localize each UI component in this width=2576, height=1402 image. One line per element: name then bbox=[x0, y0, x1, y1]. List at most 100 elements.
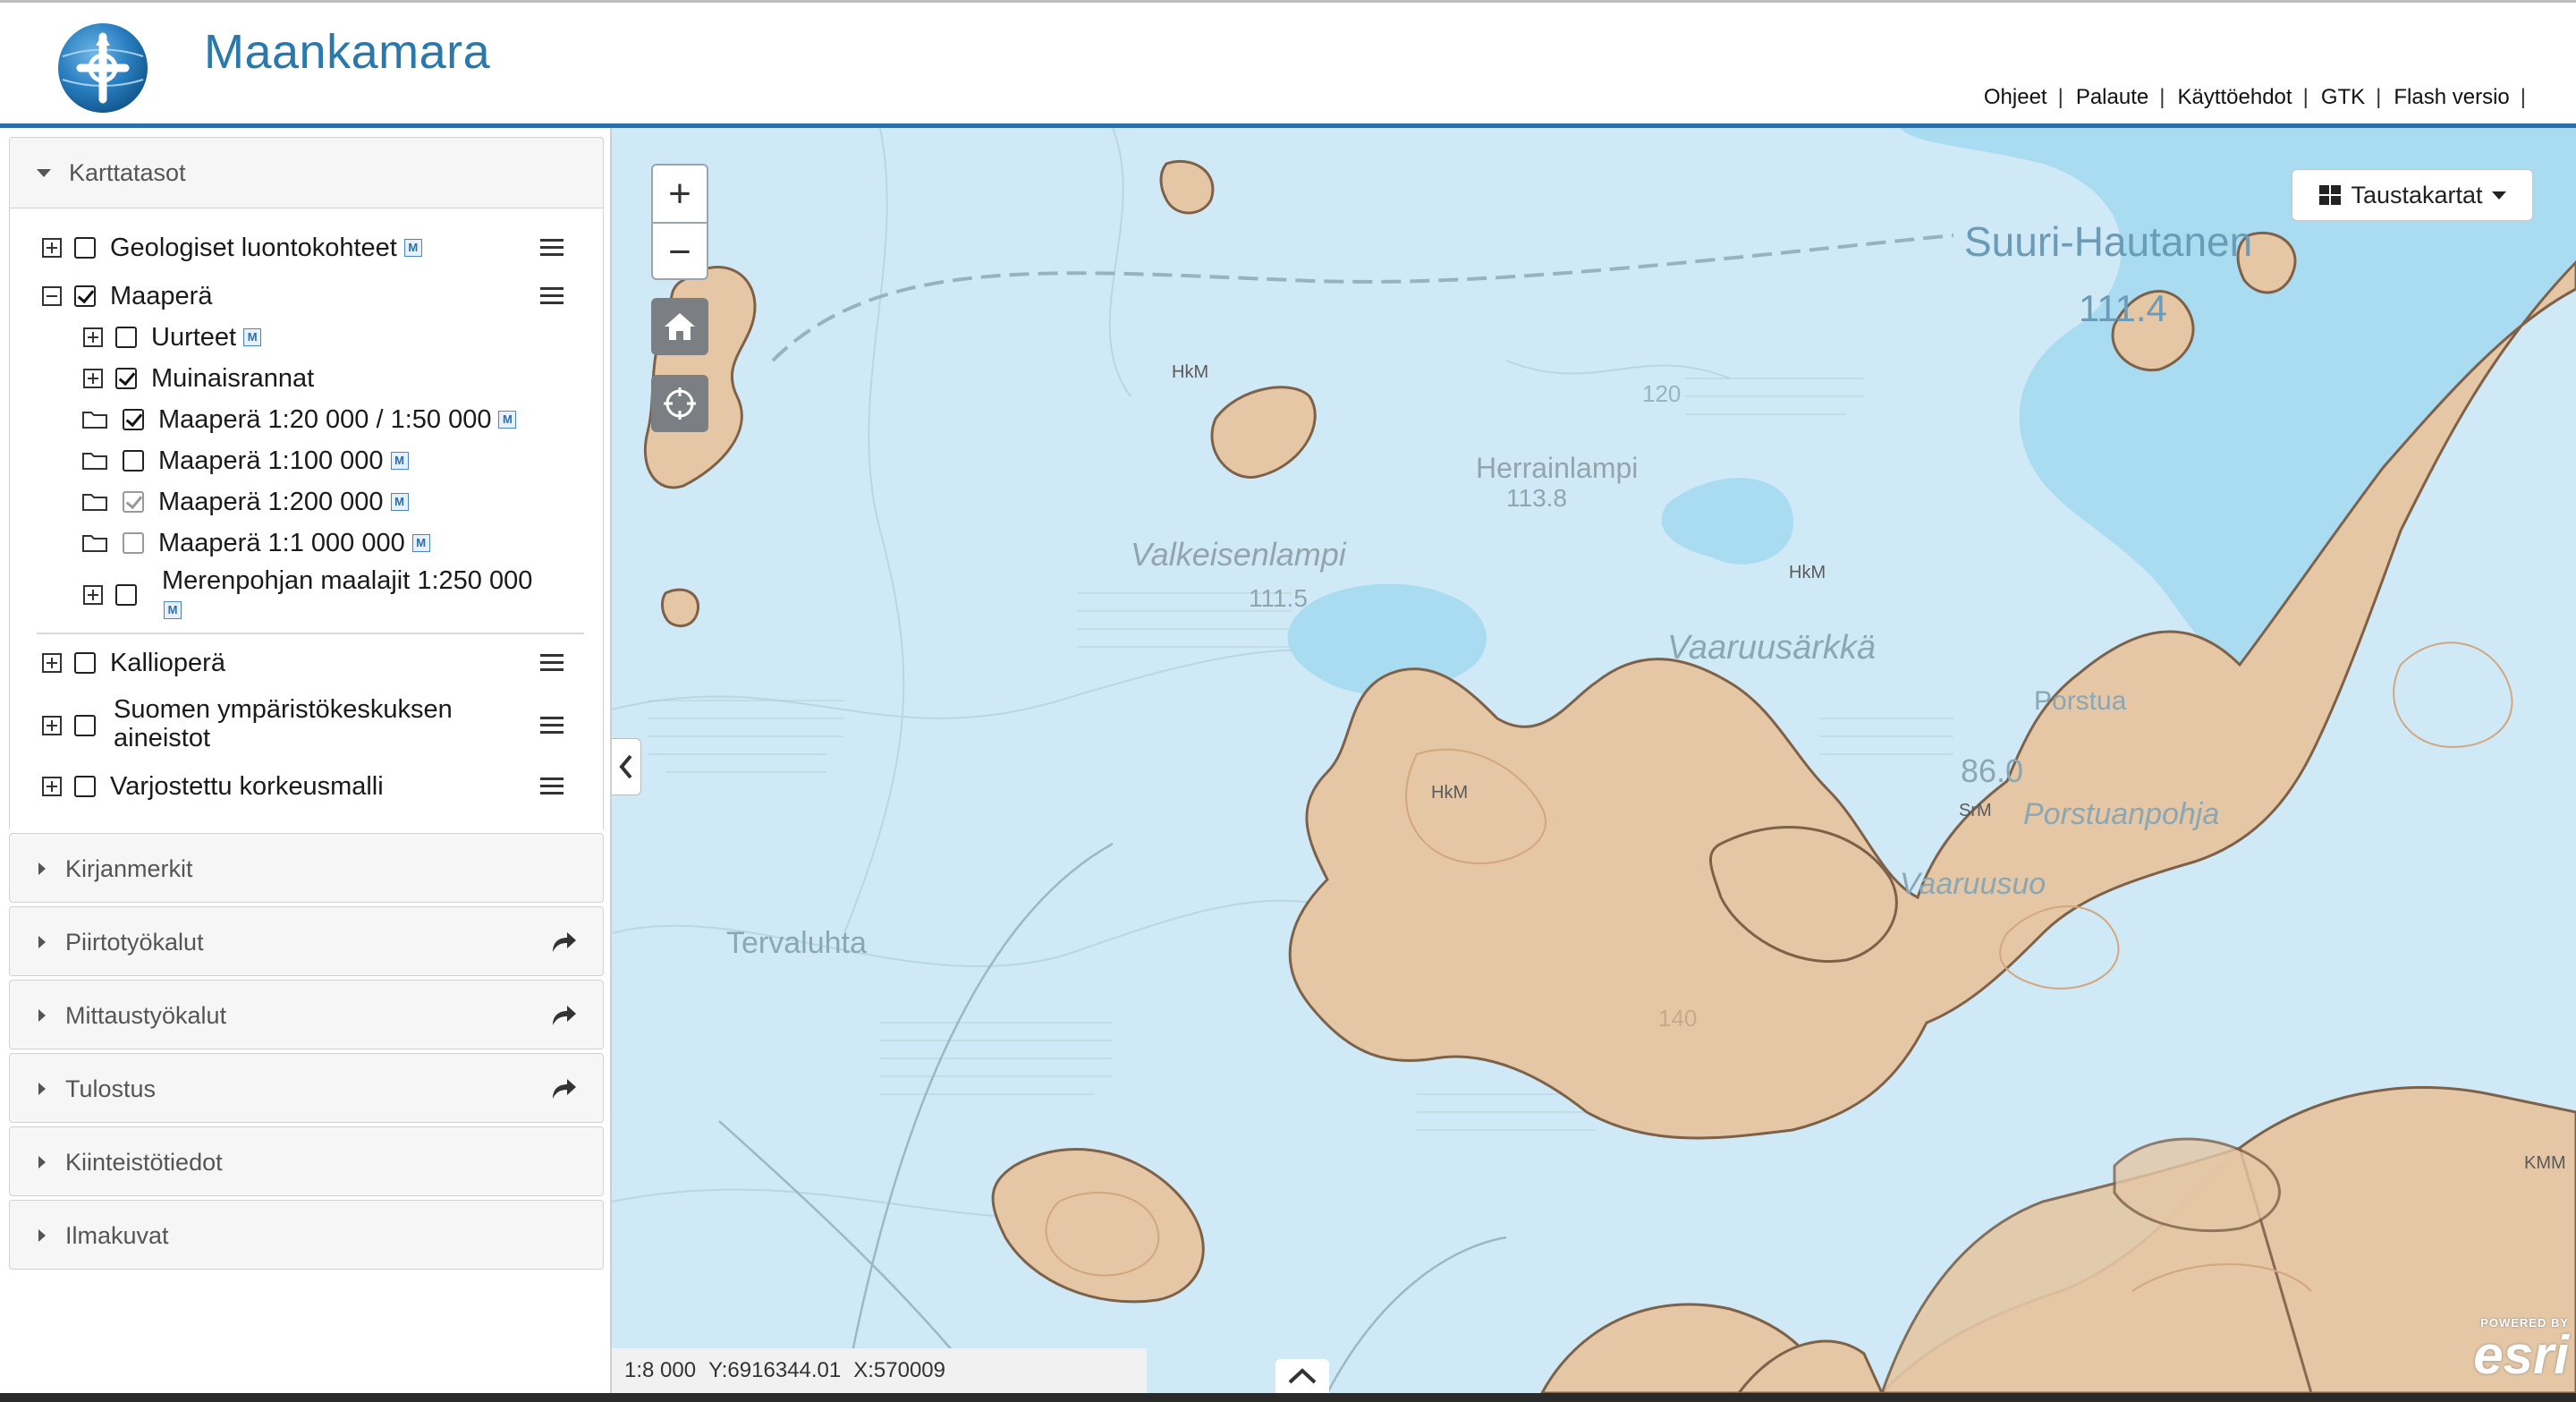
layer-row: Varjostettu korkeusmalli bbox=[42, 769, 384, 804]
metadata-icon[interactable]: M bbox=[411, 534, 430, 552]
esri-attribution-logo[interactable]: POWERED BY esri bbox=[2453, 1316, 2569, 1388]
x-coordinate: X:570009 bbox=[853, 1358, 945, 1382]
folder-icon bbox=[82, 453, 107, 470]
print-panel[interactable]: Tulostus bbox=[9, 1053, 604, 1123]
expand-plus-icon[interactable] bbox=[42, 653, 62, 673]
map-canvas bbox=[612, 128, 2576, 1393]
window-bottom-bar bbox=[0, 1393, 2576, 1402]
zoom-out-button[interactable]: − bbox=[653, 222, 707, 280]
layer-row: Maaperä 1:1 000 000 M bbox=[81, 525, 430, 561]
layer-checkbox[interactable] bbox=[123, 491, 144, 513]
metadata-icon[interactable]: M bbox=[243, 328, 262, 346]
gtk-logo-icon[interactable] bbox=[55, 21, 150, 115]
expand-plus-icon[interactable] bbox=[42, 716, 62, 735]
layer-checkbox[interactable] bbox=[74, 237, 96, 259]
layers-panel-header[interactable]: Karttatasot bbox=[10, 138, 603, 208]
layer-label: Uurteet bbox=[151, 322, 237, 352]
layer-checkbox[interactable] bbox=[115, 584, 137, 606]
layer-label: Suomen ympäristökeskuksen bbox=[114, 695, 453, 724]
folder-icon bbox=[82, 412, 107, 429]
layer-row: Muinaisrannat bbox=[83, 361, 314, 396]
expand-plus-icon[interactable] bbox=[83, 585, 103, 605]
layer-row bbox=[83, 577, 151, 613]
flash-version-link[interactable]: Flash versio bbox=[2394, 85, 2509, 110]
share-arrow-icon[interactable] bbox=[549, 1002, 578, 1029]
layer-menu-icon[interactable] bbox=[540, 287, 564, 305]
layer-row: Geologiset luontokohteet M bbox=[42, 230, 422, 266]
layer-row: Maaperä 1:200 000 M bbox=[81, 484, 409, 520]
layer-menu-icon[interactable] bbox=[540, 717, 564, 735]
layer-menu-icon[interactable] bbox=[540, 777, 564, 795]
metadata-icon[interactable]: M bbox=[390, 493, 409, 511]
metadata-icon[interactable]: M bbox=[403, 239, 422, 257]
layer-row: Maaperä 1:20 000 / 1:50 000 M bbox=[81, 402, 517, 438]
measurement-tools-panel[interactable]: Mittaustyökalut bbox=[9, 980, 604, 1049]
layer-row: Uurteet M bbox=[83, 319, 262, 355]
layer-checkbox[interactable] bbox=[115, 368, 137, 389]
aerial-photos-panel[interactable]: Ilmakuvat bbox=[9, 1200, 604, 1270]
locate-button[interactable] bbox=[651, 375, 708, 432]
panel-title: Ilmakuvat bbox=[65, 1221, 169, 1249]
folder-icon bbox=[82, 535, 107, 552]
expand-bottom-button[interactable] bbox=[1275, 1359, 1329, 1393]
expand-plus-icon[interactable] bbox=[42, 238, 62, 258]
map-label: HkM bbox=[1172, 362, 1209, 382]
layer-checkbox[interactable] bbox=[74, 715, 96, 736]
property-info-panel[interactable]: Kiinteistötiedot bbox=[9, 1126, 604, 1196]
panel-title: Mittaustyökalut bbox=[65, 1001, 227, 1029]
expand-plus-icon[interactable] bbox=[83, 327, 103, 347]
help-link[interactable]: Ohjeet bbox=[1984, 85, 2047, 110]
header-links: Ohjeet | Palaute | Käyttöehdot | GTK | Flash… bbox=[1983, 85, 2526, 110]
share-arrow-icon[interactable] bbox=[549, 1075, 578, 1102]
zoom-in-button[interactable]: + bbox=[653, 166, 707, 222]
layer-label: Geologiset luontokohteet bbox=[110, 233, 397, 262]
layer-label: Maaperä 1:100 000 bbox=[158, 446, 384, 475]
gtk-link[interactable]: GTK bbox=[2321, 85, 2365, 110]
layer-checkbox[interactable] bbox=[123, 450, 144, 472]
layers-panel-title: Karttatasot bbox=[69, 158, 186, 186]
layer-label: Maaperä bbox=[110, 281, 213, 310]
layer-checkbox[interactable] bbox=[74, 285, 96, 307]
map-label: HkM bbox=[1431, 783, 1469, 803]
folder-icon bbox=[82, 494, 107, 511]
collapse-minus-icon[interactable] bbox=[42, 286, 62, 306]
layer-checkbox[interactable] bbox=[123, 409, 144, 430]
metadata-icon[interactable]: M bbox=[164, 601, 182, 620]
basemap-button[interactable]: Taustakartat bbox=[2292, 169, 2533, 221]
terms-link[interactable]: Käyttöehdot bbox=[2177, 85, 2292, 110]
layer-checkbox[interactable] bbox=[115, 327, 137, 348]
map-label: Porstua bbox=[2034, 686, 2127, 716]
layer-row bbox=[42, 708, 110, 743]
expand-plus-icon[interactable] bbox=[83, 369, 103, 388]
layer-checkbox[interactable] bbox=[123, 532, 144, 554]
panel-title: Piirtotyökalut bbox=[65, 928, 204, 956]
metadata-icon[interactable]: M bbox=[390, 452, 409, 470]
locate-crosshair-icon bbox=[664, 387, 696, 420]
metadata-icon[interactable]: M bbox=[498, 411, 517, 429]
layer-menu-icon[interactable] bbox=[540, 239, 564, 257]
share-arrow-icon[interactable] bbox=[549, 929, 578, 956]
layer-menu-icon[interactable] bbox=[540, 654, 564, 672]
bookmarks-panel[interactable]: Kirjanmerkit bbox=[9, 833, 604, 903]
collapse-sidebar-button[interactable] bbox=[612, 738, 641, 795]
layer-checkbox[interactable] bbox=[74, 652, 96, 674]
map-label: Vaaruusuo bbox=[1900, 867, 2046, 901]
layer-checkbox[interactable] bbox=[74, 776, 96, 797]
map-label: HkM bbox=[1789, 563, 1826, 582]
expand-plus-icon[interactable] bbox=[42, 777, 62, 796]
scale-readout: 1:8 000 bbox=[624, 1358, 697, 1382]
feedback-link[interactable]: Palaute bbox=[2076, 85, 2148, 110]
caret-down-icon bbox=[37, 168, 51, 177]
layer-label: Merenpohjan maalajit 1:250 000 bbox=[162, 566, 533, 595]
layer-label: Maaperä 1:1 000 000 bbox=[158, 528, 405, 557]
map-view[interactable]: Suuri-Hautanen 111.4 Herrainlampi 113.8 … bbox=[612, 128, 2576, 1393]
home-button[interactable] bbox=[651, 298, 708, 355]
caret-right-icon bbox=[38, 1009, 46, 1022]
layer-row: Kallioperä bbox=[42, 645, 225, 681]
map-label: KMM bbox=[2524, 1153, 2566, 1173]
chevron-up-icon bbox=[1288, 1368, 1317, 1384]
drawing-tools-panel[interactable]: Piirtotyökalut bbox=[9, 906, 604, 976]
app-title: Maankamara bbox=[204, 25, 491, 79]
map-label: 111.5 bbox=[1249, 584, 1308, 612]
map-label: Suuri-Hautanen bbox=[1964, 218, 2253, 265]
